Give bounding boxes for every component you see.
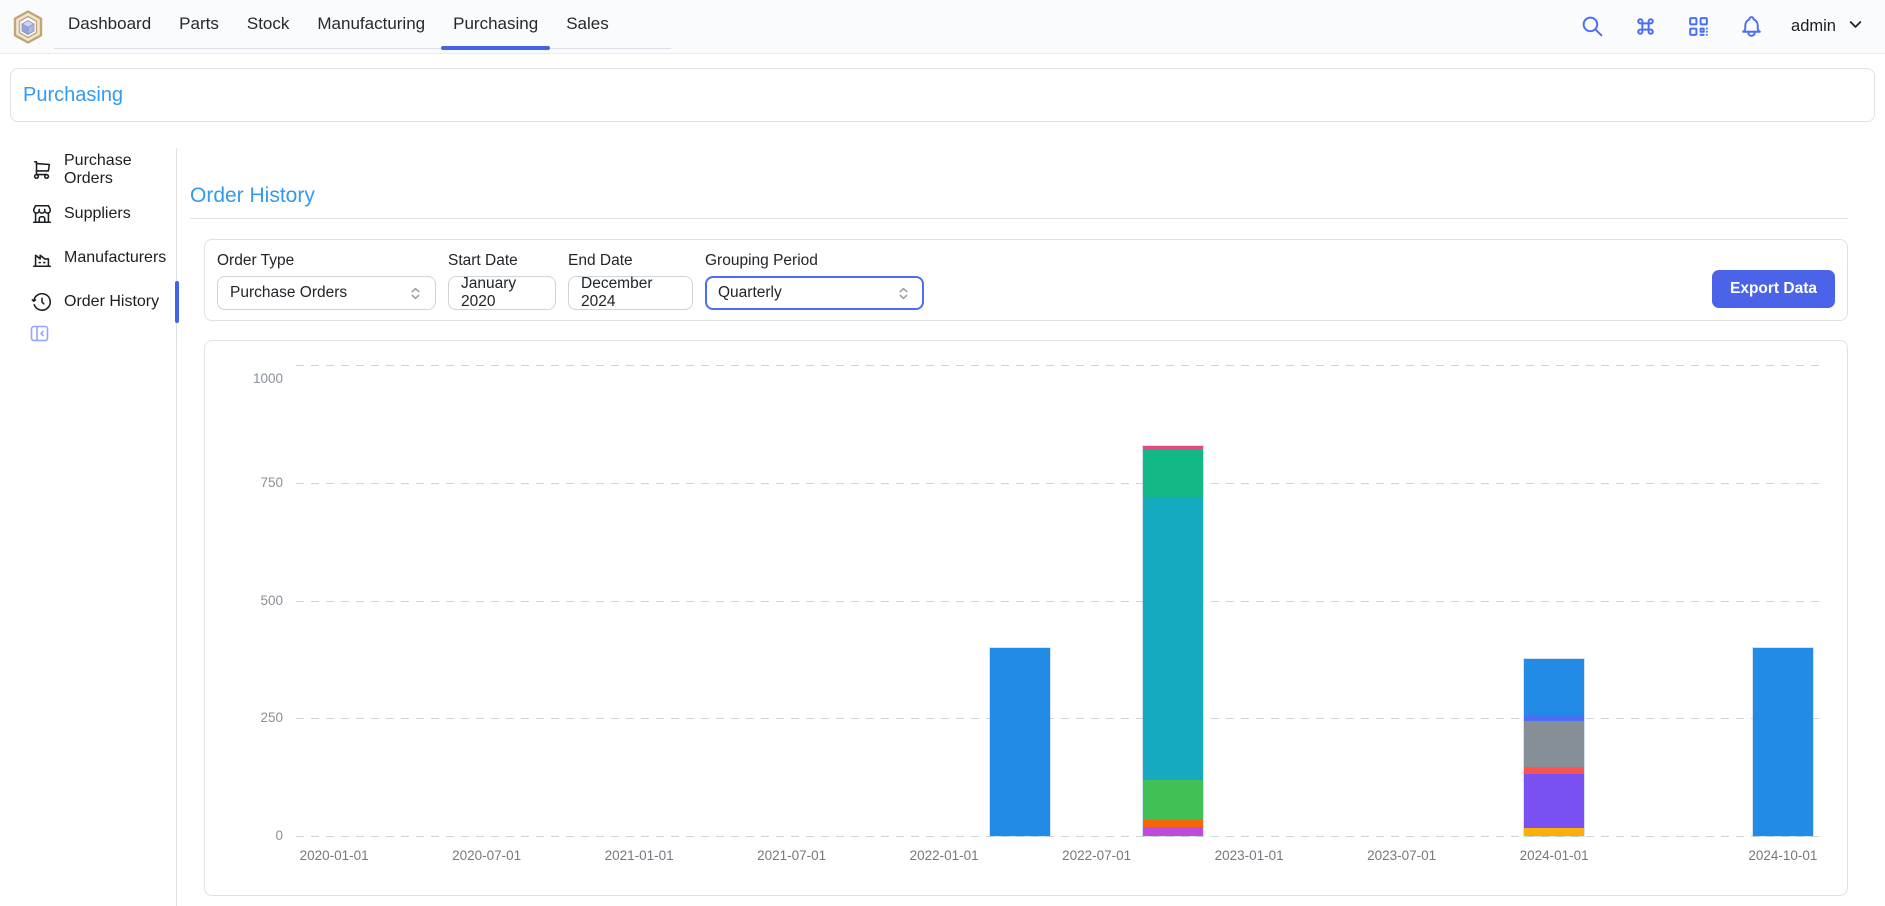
gridline-1000 [296, 365, 1821, 366]
storefront-icon [31, 203, 53, 225]
x-axis-tick-label: 2022-07-01 [1031, 848, 1163, 863]
grouping-period-field: Grouping Period Quarterly [705, 252, 924, 310]
end-date-value: December 2024 [581, 275, 680, 311]
bar-segment [1753, 648, 1813, 836]
page-title: Purchasing [23, 84, 123, 107]
sidebar-item-purchase-orders[interactable]: Purchase Orders [0, 148, 176, 192]
shopping-cart-icon [31, 159, 53, 181]
factory-icon [31, 247, 53, 269]
start-date-input[interactable]: January 2020 [448, 276, 556, 310]
main-layout: Purchase Orders Suppliers Manufacturers Ord… [0, 148, 1885, 906]
chart-area: 0 250 500 750 1000 2020-01-01 2020-07-01 2021-0… [205, 341, 1847, 895]
sidebar: Purchase Orders Suppliers Manufacturers Ord… [0, 148, 177, 906]
sidebar-item-label: Suppliers [64, 205, 131, 223]
section-title: Order History [190, 184, 1848, 208]
nav-tab-purchasing[interactable]: Purchasing [439, 0, 552, 48]
nav-tabs: DashboardPartsStockManufacturingPurchasi… [54, 0, 671, 49]
x-axis-tick-label: 2024-01-01 [1488, 848, 1620, 863]
nav-tab-dashboard[interactable]: Dashboard [54, 0, 165, 48]
app-logo[interactable] [12, 10, 44, 44]
sidebar-item-label: Order History [64, 293, 159, 311]
bar-segment [1524, 767, 1584, 774]
start-date-value: January 2020 [461, 275, 543, 311]
page-header: Purchasing [10, 68, 1875, 122]
y-axis-tick-label: 500 [205, 593, 283, 608]
y-axis-tick-label: 250 [205, 710, 283, 725]
bar-segment [1143, 827, 1203, 836]
x-axis-tick-label: 2023-07-01 [1336, 848, 1468, 863]
top-navbar: DashboardPartsStockManufacturingPurchasi… [0, 0, 1885, 54]
gridline-250 [296, 718, 1821, 719]
bar-segment [1143, 780, 1203, 820]
gridline-0 [296, 836, 1821, 837]
export-data-button[interactable]: Export Data [1712, 270, 1835, 308]
content-panel: Order History Order Type Purchase Orders… [177, 148, 1885, 906]
order-type-field: Order Type Purchase Orders [217, 252, 436, 310]
bell-icon[interactable] [1738, 14, 1764, 40]
nav-tab-sales[interactable]: Sales [552, 0, 623, 48]
end-date-field: End Date December 2024 [568, 252, 693, 310]
qrcode-scan-icon[interactable] [1685, 14, 1711, 40]
bar-segment [990, 648, 1050, 836]
grouping-period-label: Grouping Period [705, 252, 924, 270]
chevron-down-icon [1846, 15, 1865, 39]
bar-2022-04-01[interactable] [990, 648, 1050, 836]
bar-segment [1524, 659, 1584, 715]
user-name: admin [1791, 17, 1836, 36]
filter-bar: Order Type Purchase Orders Start Date Ja… [204, 239, 1848, 321]
y-axis-tick-label: 0 [205, 828, 283, 843]
x-axis-tick-label: 2023-01-01 [1183, 848, 1315, 863]
nav-tab-stock[interactable]: Stock [233, 0, 304, 48]
nav-tab-parts[interactable]: Parts [165, 0, 233, 48]
start-date-field: Start Date January 2020 [448, 252, 556, 310]
grouping-period-select[interactable]: Quarterly [705, 276, 924, 310]
order-type-label: Order Type [217, 252, 436, 270]
section-divider [190, 218, 1848, 219]
bar-segment [1143, 497, 1203, 779]
sidebar-item-order-history[interactable]: Order History [0, 280, 176, 324]
sidebar-item-label: Manufacturers [64, 249, 166, 267]
end-date-label: End Date [568, 252, 693, 270]
sidebar-items: Purchase Orders Suppliers Manufacturers Ord… [0, 148, 176, 324]
bar-2024-10-01[interactable] [1753, 648, 1813, 836]
x-axis-tick-label: 2020-07-01 [421, 848, 553, 863]
x-axis-tick-label: 2022-01-01 [878, 848, 1010, 863]
bar-2024-01-01[interactable] [1524, 659, 1584, 836]
bar-segment [1524, 721, 1584, 767]
chevron-updown-icon [896, 286, 911, 301]
command-icon[interactable] [1632, 14, 1658, 40]
bar-segment [1524, 774, 1584, 828]
nav-tab-manufacturing[interactable]: Manufacturing [303, 0, 439, 48]
sidebar-item-label: Purchase Orders [64, 152, 176, 188]
sidebar-item-manufacturers[interactable]: Manufacturers [0, 236, 176, 280]
bar-segment [1143, 450, 1203, 497]
chevron-updown-icon [408, 286, 423, 301]
grouping-period-value: Quarterly [718, 284, 782, 302]
order-history-chart-card: 0 250 500 750 1000 2020-01-01 2020-07-01 2021-0… [204, 340, 1848, 896]
start-date-label: Start Date [448, 252, 556, 270]
gridline-500 [296, 601, 1821, 602]
history-icon [31, 291, 53, 313]
x-axis-tick-label: 2020-01-01 [268, 848, 400, 863]
sidebar-collapse-icon[interactable] [30, 330, 49, 347]
user-menu[interactable]: admin [1791, 15, 1865, 39]
x-axis-tick-label: 2021-01-01 [573, 848, 705, 863]
end-date-input[interactable]: December 2024 [568, 276, 693, 310]
x-axis-tick-label: 2021-07-01 [726, 848, 858, 863]
bar-2022-10-01[interactable] [1143, 446, 1203, 836]
chart-plot [296, 362, 1821, 836]
search-icon[interactable] [1579, 14, 1605, 40]
gridline-750 [296, 483, 1821, 484]
bar-segment [1524, 828, 1584, 836]
x-axis-tick-label: 2024-10-01 [1717, 848, 1849, 863]
y-axis-tick-label: 750 [205, 475, 283, 490]
bar-segment [1143, 820, 1203, 827]
order-type-value: Purchase Orders [230, 284, 347, 302]
sidebar-item-suppliers[interactable]: Suppliers [0, 192, 176, 236]
navbar-actions: admin [1579, 14, 1865, 40]
y-axis-tick-label: 1000 [205, 371, 283, 386]
order-type-select[interactable]: Purchase Orders [217, 276, 436, 310]
